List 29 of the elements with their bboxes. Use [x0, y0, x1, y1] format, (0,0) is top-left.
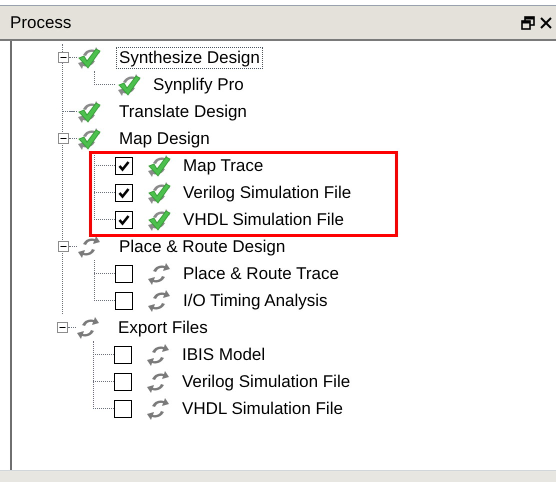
collapse-icon[interactable] [58, 52, 69, 63]
tree-item-label[interactable]: Verilog Simulation File [180, 372, 352, 392]
tree-item-label[interactable]: VHDL Simulation File [181, 210, 346, 230]
checkbox[interactable] [115, 210, 133, 228]
checkbox[interactable] [115, 264, 133, 282]
tree-item-label[interactable]: I/O Timing Analysis [181, 290, 330, 310]
collapse-icon[interactable] [57, 322, 68, 333]
panel-title: Process [10, 12, 72, 34]
tree-item-label[interactable]: Synplify Pro [151, 74, 246, 94]
collapse-icon[interactable] [58, 241, 69, 252]
tree-item-label[interactable]: Place & Route Design [117, 236, 288, 256]
tree-item-label[interactable]: Map Trace [181, 156, 266, 176]
checkbox[interactable] [115, 292, 133, 310]
tree-item-label[interactable]: VHDL Simulation File [180, 398, 345, 418]
tree-item-label[interactable]: Translate Design [117, 102, 249, 122]
checkbox[interactable] [115, 184, 133, 202]
tree-item-label[interactable]: Place & Route Trace [181, 264, 341, 284]
restore-icon[interactable] [521, 16, 535, 30]
tree-item-label[interactable]: Verilog Simulation File [181, 182, 354, 202]
collapse-icon[interactable] [58, 133, 69, 144]
checkbox[interactable] [115, 156, 133, 174]
tree-item-label[interactable]: Map Design [117, 128, 212, 148]
checkbox[interactable] [114, 346, 132, 364]
close-icon[interactable] [540, 16, 552, 28]
checkbox[interactable] [114, 372, 132, 390]
checkbox[interactable] [114, 400, 132, 418]
tree-item-label[interactable]: Export Files [116, 318, 210, 338]
tree-item-label[interactable]: IBIS Model [180, 344, 268, 364]
tree-item-label[interactable]: Synthesize Design [117, 48, 262, 68]
